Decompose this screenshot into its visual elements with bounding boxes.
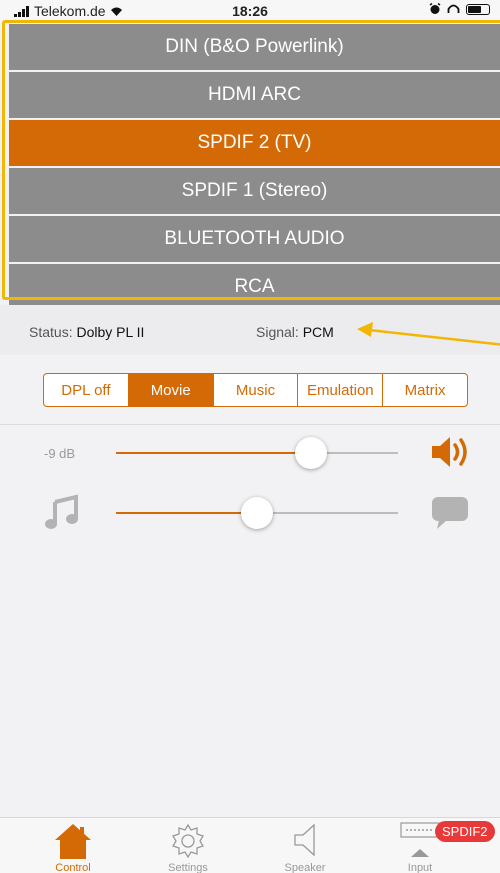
status-label: Status: bbox=[29, 324, 73, 340]
mode-matrix[interactable]: Matrix bbox=[382, 374, 467, 406]
divider bbox=[0, 424, 500, 425]
signal-text: Signal: PCM bbox=[256, 324, 334, 340]
input-icon bbox=[400, 822, 440, 857]
gear-icon bbox=[172, 823, 204, 859]
speaker-volume-icon[interactable] bbox=[430, 434, 470, 470]
input-badge: SPDIF2 bbox=[435, 821, 495, 842]
status-text: Status: Dolby PL II bbox=[29, 324, 144, 340]
signal-label: Signal: bbox=[256, 324, 299, 340]
input-option-spdif-1[interactable]: SPDIF 1 (Stereo) bbox=[9, 168, 500, 214]
clock: 18:26 bbox=[232, 3, 268, 19]
input-list: DIN (B&O Powerlink) HDMI ARC SPDIF 2 (TV… bbox=[9, 24, 500, 312]
input-option-bluetooth[interactable]: BLUETOOTH AUDIO bbox=[9, 216, 500, 262]
battery-icon bbox=[466, 3, 490, 15]
input-option-spdif-2[interactable]: SPDIF 2 (TV) bbox=[9, 120, 500, 166]
mode-dpl-off[interactable]: DPL off bbox=[44, 374, 128, 406]
tab-speaker[interactable]: Speaker bbox=[250, 818, 360, 873]
speaker-icon bbox=[294, 823, 315, 857]
speech-bubble-icon[interactable] bbox=[431, 496, 469, 530]
input-option-din[interactable]: DIN (B&O Powerlink) bbox=[9, 24, 500, 70]
balance-slider-track bbox=[257, 512, 398, 514]
balance-slider-thumb[interactable] bbox=[241, 497, 273, 529]
headphones-icon bbox=[447, 4, 460, 13]
house-icon bbox=[55, 824, 91, 859]
balance-slider[interactable] bbox=[116, 497, 398, 529]
tab-input-label: Input bbox=[407, 862, 433, 873]
mode-segmented-control: DPL off Movie Music Emulation Matrix bbox=[43, 373, 468, 407]
tab-speaker-label: Speaker bbox=[284, 862, 326, 873]
status-value: Dolby PL II bbox=[76, 324, 145, 340]
tab-settings[interactable]: Settings bbox=[133, 818, 243, 873]
tab-control[interactable]: Control bbox=[18, 818, 128, 873]
tab-settings-label: Settings bbox=[168, 862, 208, 873]
volume-slider[interactable] bbox=[116, 437, 398, 469]
volume-slider-thumb[interactable] bbox=[295, 437, 327, 469]
input-option-hdmi-arc[interactable]: HDMI ARC bbox=[9, 72, 500, 118]
volume-label: -9 dB bbox=[44, 446, 76, 461]
signal-value: PCM bbox=[302, 324, 334, 340]
balance-slider-fill bbox=[116, 512, 257, 514]
music-note-icon[interactable] bbox=[44, 494, 80, 530]
mode-movie[interactable]: Movie bbox=[127, 374, 213, 406]
annotation-arrow bbox=[357, 322, 500, 346]
input-option-rca[interactable]: RCA bbox=[9, 264, 500, 310]
status-icons bbox=[429, 3, 490, 15]
tab-control-label: Control bbox=[55, 862, 91, 873]
alarm-icon bbox=[429, 3, 441, 14]
mode-emulation[interactable]: Emulation bbox=[297, 374, 382, 406]
status-bar: Telekom.de 18:26 bbox=[0, 0, 500, 22]
tab-bar: Control Settings Speaker Input bbox=[0, 817, 500, 873]
volume-slider-fill bbox=[116, 452, 311, 454]
mode-music[interactable]: Music bbox=[212, 374, 298, 406]
